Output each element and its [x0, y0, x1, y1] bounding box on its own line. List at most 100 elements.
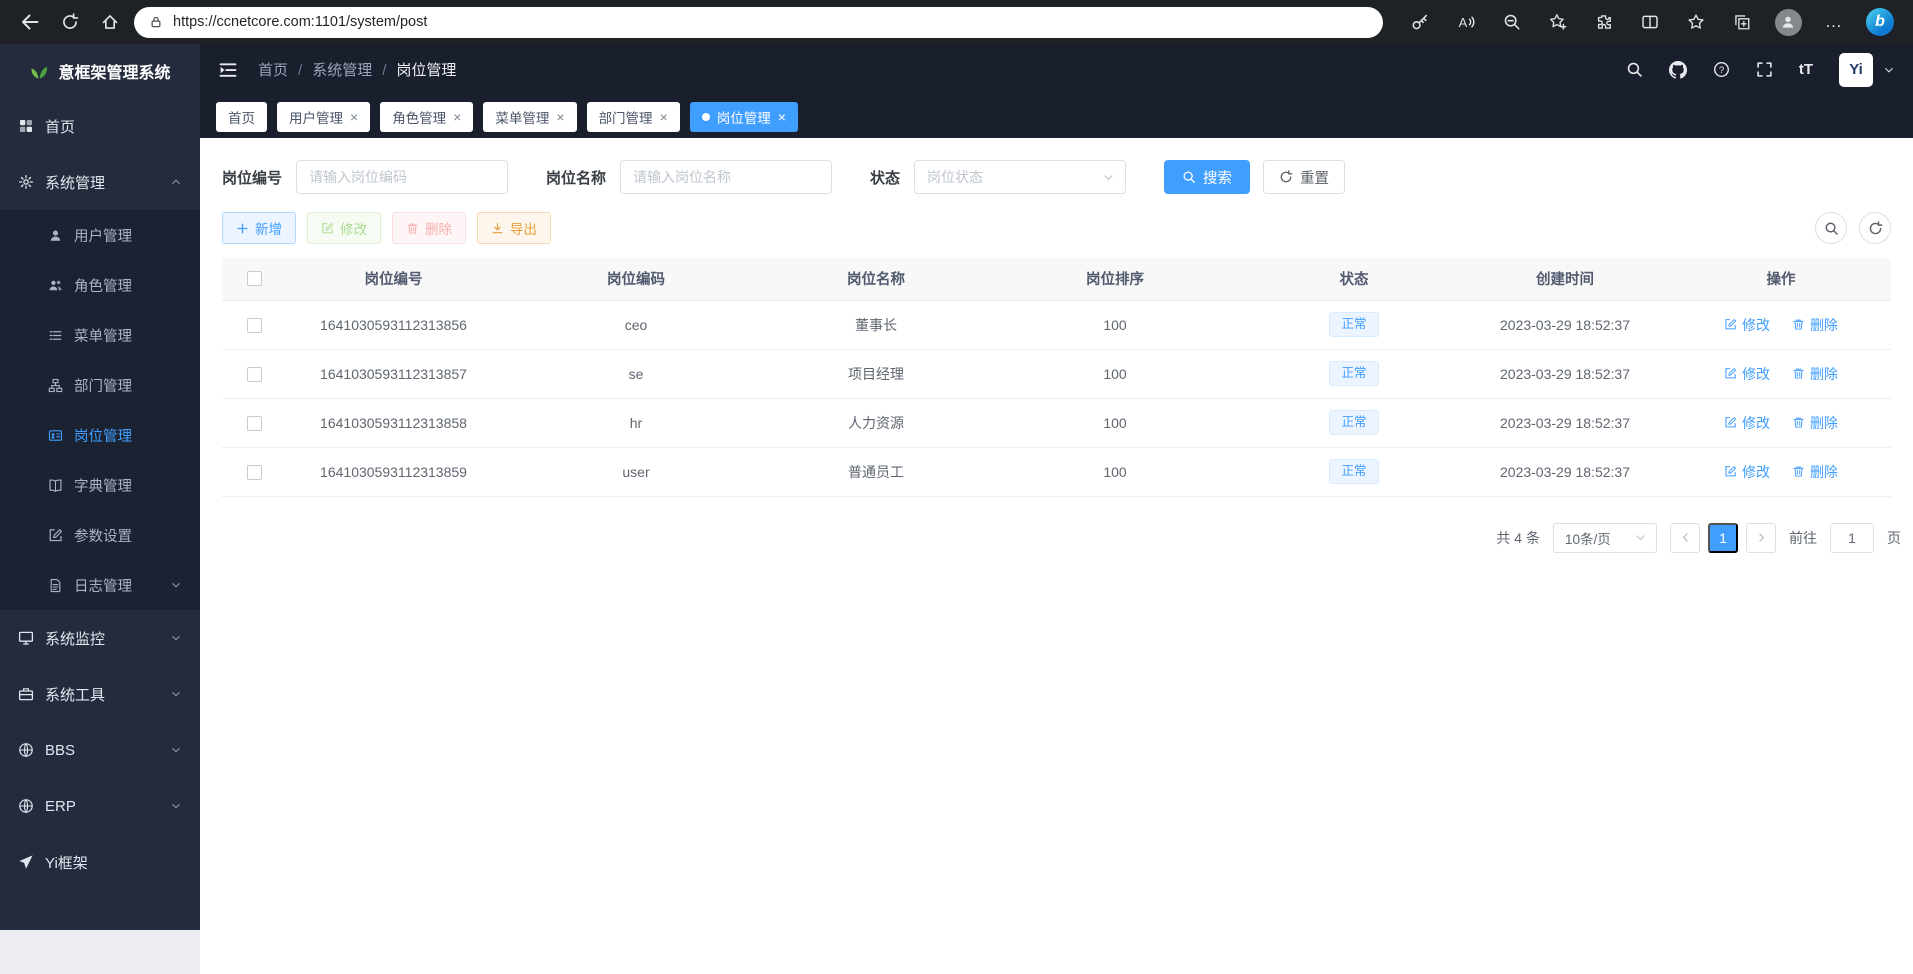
tab-home[interactable]: 首页 [216, 102, 267, 132]
sidebar-item-home[interactable]: 首页 [0, 98, 200, 154]
browser-back-button[interactable] [10, 4, 50, 40]
current-page-button[interactable]: 1 [1708, 523, 1738, 553]
sidebar-item-department-management[interactable]: 部门管理 [0, 360, 200, 410]
browser-home-button[interactable] [90, 4, 130, 40]
post-code-input[interactable] [296, 160, 508, 194]
favorites-button[interactable] [1673, 4, 1719, 40]
row-delete-button[interactable]: 删除 [1792, 413, 1838, 433]
font-size-button[interactable]: tT [1799, 61, 1813, 78]
dashboard-icon [18, 118, 34, 134]
zoom-button[interactable] [1489, 4, 1535, 40]
goto-page-input[interactable] [1830, 523, 1874, 553]
fullscreen-button[interactable] [1756, 61, 1773, 78]
sidebar-item-system-monitoring[interactable]: 系统监控 [0, 610, 200, 666]
extensions-button[interactable] [1581, 4, 1627, 40]
table-row[interactable]: 1641030593112313859 user 普通员工 100 正常 202… [222, 447, 1891, 496]
help-button[interactable] [1713, 61, 1730, 78]
browser-refresh-button[interactable] [50, 4, 90, 40]
prev-page-button[interactable] [1670, 523, 1700, 553]
tab-post-management[interactable]: 岗位管理 × [690, 102, 798, 132]
table-row[interactable]: 1641030593112313858 hr 人力资源 100 正常 2023-… [222, 398, 1891, 447]
close-icon[interactable]: × [556, 110, 564, 124]
row-edit-button[interactable]: 修改 [1724, 413, 1770, 433]
export-button[interactable]: 导出 [477, 212, 551, 244]
page-size-select[interactable]: 10条/页 [1553, 523, 1657, 553]
browser-menu-button[interactable]: … [1811, 4, 1857, 40]
github-button[interactable] [1669, 61, 1687, 79]
sidebar-item-system-management[interactable]: 系统管理 [0, 154, 200, 210]
row-checkbox[interactable] [247, 367, 262, 382]
password-key-button[interactable] [1397, 4, 1443, 40]
add-favorite-button[interactable] [1535, 4, 1581, 40]
row-edit-button[interactable]: 修改 [1724, 462, 1770, 482]
sidebar-item-yi-framework[interactable]: Yi框架 [0, 834, 200, 890]
add-button[interactable]: 新增 [222, 212, 296, 244]
sidebar-item-bbs[interactable]: BBS [0, 722, 200, 778]
split-screen-button[interactable] [1627, 4, 1673, 40]
sidebar-item-role-management[interactable]: 角色管理 [0, 260, 200, 310]
sidebar-collapse-button[interactable] [218, 60, 238, 80]
sidebar-item-erp[interactable]: ERP [0, 778, 200, 834]
tab-user-management[interactable]: 用户管理 × [277, 102, 370, 132]
row-edit-button[interactable]: 修改 [1724, 315, 1770, 335]
select-all-checkbox[interactable] [247, 271, 262, 286]
row-delete-label: 删除 [1810, 315, 1838, 335]
sidebar-item-post-management[interactable]: 岗位管理 [0, 410, 200, 460]
collections-button[interactable] [1719, 4, 1765, 40]
header-search-button[interactable] [1626, 61, 1643, 78]
row-checkbox[interactable] [247, 318, 262, 333]
tab-department-management[interactable]: 部门管理 × [587, 102, 680, 132]
post-code-label: 岗位编号 [222, 167, 282, 188]
font-size-icon: tT [1799, 61, 1813, 78]
close-icon[interactable]: × [453, 110, 461, 124]
sidebar-item-dictionary-management[interactable]: 字典管理 [0, 460, 200, 510]
sidebar-item-menu-management[interactable]: 菜单管理 [0, 310, 200, 360]
user-avatar[interactable]: Yi [1839, 53, 1873, 87]
sidebar-item-user-management[interactable]: 用户管理 [0, 210, 200, 260]
post-name-input[interactable] [620, 160, 832, 194]
next-page-button[interactable] [1746, 523, 1776, 553]
sidebar-item-label: 日志管理 [74, 575, 159, 596]
address-bar[interactable]: https://ccnetcore.com:1101/system/post [134, 7, 1383, 38]
table-row[interactable]: 1641030593112313856 ceo 董事长 100 正常 2023-… [222, 300, 1891, 349]
goto-unit: 页 [1887, 528, 1901, 548]
below-app-area [0, 930, 1913, 974]
cell-post-sort: 100 [981, 349, 1249, 398]
sidebar-item-log-management[interactable]: 日志管理 [0, 560, 200, 610]
status-select[interactable]: 岗位状态 [914, 160, 1126, 194]
breadcrumb-system[interactable]: 系统管理 [312, 59, 396, 80]
delete-button[interactable]: 删除 [392, 212, 466, 244]
refresh-table-button[interactable] [1859, 212, 1891, 244]
close-icon[interactable]: × [350, 110, 358, 124]
read-aloud-button[interactable] [1443, 4, 1489, 40]
row-checkbox[interactable] [247, 416, 262, 431]
browser-profile-button[interactable] [1765, 4, 1811, 40]
row-checkbox[interactable] [247, 465, 262, 480]
star-plus-icon [1549, 13, 1567, 31]
system-management-submenu: 用户管理 角色管理 菜单管理 部门管理 岗位管理 [0, 210, 200, 610]
sidebar-item-parameter-settings[interactable]: 参数设置 [0, 510, 200, 560]
avatar-caret-down-icon[interactable] [1883, 64, 1895, 76]
tab-menu-management[interactable]: 菜单管理 × [483, 102, 576, 132]
status-select-placeholder: 岗位状态 [927, 167, 983, 187]
search-button[interactable]: 搜索 [1164, 160, 1250, 194]
chevron-down-icon [170, 688, 182, 700]
breadcrumb-home[interactable]: 首页 [258, 59, 312, 80]
close-icon[interactable]: × [778, 110, 786, 124]
row-edit-button[interactable]: 修改 [1724, 364, 1770, 384]
row-delete-button[interactable]: 删除 [1792, 364, 1838, 384]
sidebar-item-label: 系统管理 [45, 172, 159, 193]
toggle-search-button[interactable] [1815, 212, 1847, 244]
reset-button[interactable]: 重置 [1263, 160, 1345, 194]
edit-button[interactable]: 修改 [307, 212, 381, 244]
close-icon[interactable]: × [660, 110, 668, 124]
bing-copilot-button[interactable]: b [1857, 4, 1903, 40]
table-row[interactable]: 1641030593112313857 se 项目经理 100 正常 2023-… [222, 349, 1891, 398]
cell-post-name: 项目经理 [771, 349, 981, 398]
row-delete-button[interactable]: 删除 [1792, 462, 1838, 482]
row-delete-button[interactable]: 删除 [1792, 315, 1838, 335]
sidebar-item-system-tools[interactable]: 系统工具 [0, 666, 200, 722]
edit-icon [1724, 318, 1737, 331]
tab-role-management[interactable]: 角色管理 × [380, 102, 473, 132]
row-edit-label: 修改 [1742, 364, 1770, 384]
